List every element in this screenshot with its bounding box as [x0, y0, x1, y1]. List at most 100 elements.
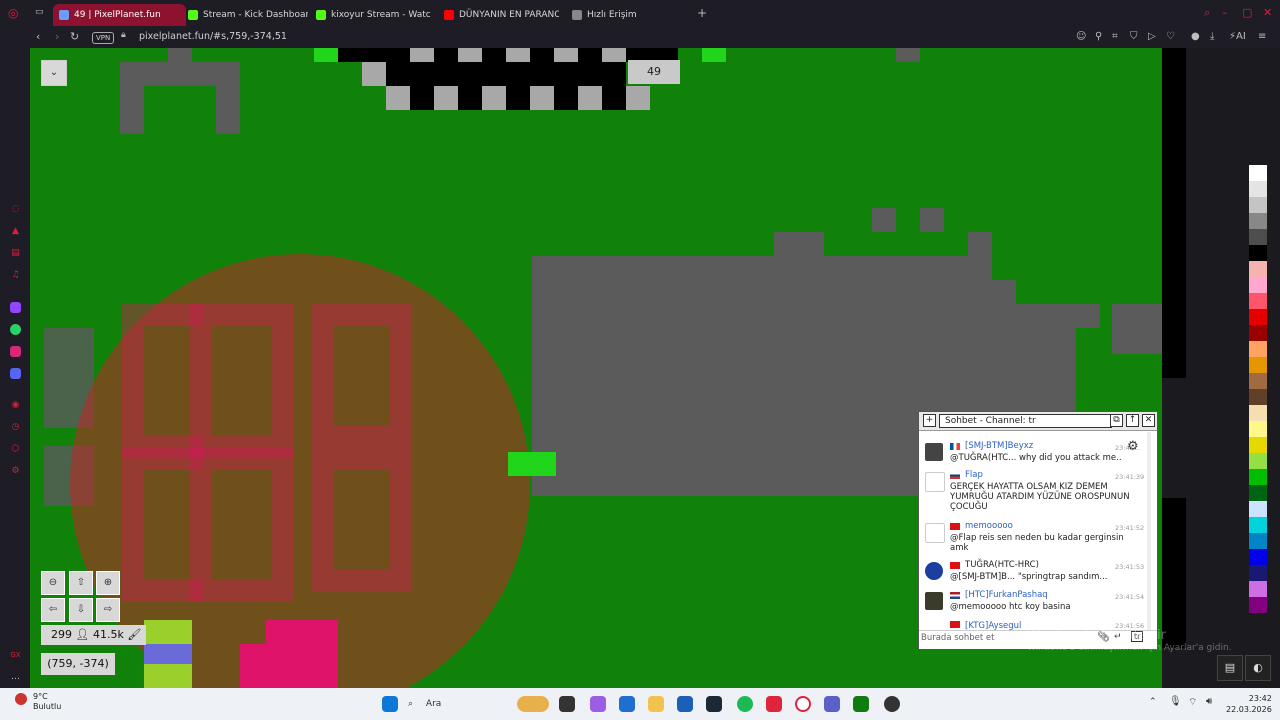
microphone-icon[interactable]: 🎙︎	[1169, 696, 1182, 707]
teams-icon[interactable]	[824, 696, 840, 712]
outlook-icon[interactable]	[619, 696, 635, 712]
xbox-icon[interactable]	[853, 696, 869, 712]
tab-menu-icon[interactable]: ▭	[35, 7, 44, 17]
palette-swatch[interactable]	[1249, 165, 1267, 181]
zoom-in-button[interactable]: ⊕	[96, 571, 120, 595]
move-right-button[interactable]: ⇨	[96, 598, 120, 622]
tab-kick-stream[interactable]: kixoyur Stream - Watch L	[316, 4, 431, 26]
palette-swatch[interactable]	[1249, 389, 1267, 405]
back-icon[interactable]: ‹	[36, 30, 40, 43]
chat-username[interactable]: memooooo	[965, 521, 1013, 531]
palette-swatch[interactable]	[1249, 181, 1267, 197]
close-icon[interactable]: ✕	[1263, 6, 1272, 19]
heart-icon[interactable]: ♡	[1166, 31, 1175, 42]
tab-pixelplanet[interactable]: 49 | PixelPlanet.fun	[53, 4, 186, 26]
chat-header[interactable]: + Sohbet - Channel: tr ⧉ ↑ ✕	[919, 412, 1157, 431]
palette-swatch[interactable]	[1249, 485, 1267, 501]
move-left-button[interactable]: ⇦	[41, 598, 65, 622]
store-icon[interactable]	[677, 696, 693, 712]
chat-popout-button[interactable]: ⧉	[1110, 414, 1123, 427]
gx-icon[interactable]: GX	[10, 650, 21, 661]
maximize-icon[interactable]: ▢	[1242, 6, 1252, 19]
task-view-icon[interactable]	[559, 696, 575, 712]
chat-add-button[interactable]: +	[923, 414, 936, 427]
reload-icon[interactable]: ↻	[70, 30, 79, 43]
palette-toggle-button[interactable]: ◐	[1245, 655, 1271, 681]
palette-swatch[interactable]	[1249, 597, 1267, 613]
zoom-out-button[interactable]: ⊖	[41, 571, 65, 595]
extensions-icon[interactable]: ⬡	[10, 444, 21, 455]
music-icon[interactable]: ♫	[10, 270, 21, 281]
palette-swatch[interactable]	[1249, 293, 1267, 309]
play-icon[interactable]: ▷	[1148, 31, 1156, 42]
tab-youtube[interactable]: DÜNYANIN EN PARANOR	[444, 4, 559, 26]
palette-swatch[interactable]	[1249, 533, 1267, 549]
tray-chevron-icon[interactable]: ⌃	[1149, 697, 1157, 707]
palette-swatch[interactable]	[1249, 325, 1267, 341]
palette-swatch[interactable]	[1249, 581, 1267, 597]
forward-icon[interactable]: ›	[55, 30, 59, 43]
palette-swatch[interactable]	[1249, 373, 1267, 389]
windows-start-icon[interactable]	[382, 696, 398, 712]
menu-dropdown-button[interactable]: ⌄	[41, 60, 67, 86]
discord-icon[interactable]	[10, 368, 21, 379]
menu-icon[interactable]: ≡	[1258, 31, 1266, 42]
minimize-icon[interactable]: –	[1222, 6, 1228, 19]
tab-speed-dial[interactable]: Hızlı Erişim	[572, 4, 682, 26]
palette-swatch[interactable]	[1249, 501, 1267, 517]
palette-swatch[interactable]	[1249, 229, 1267, 245]
move-down-button[interactable]: ⇩	[69, 598, 93, 622]
pin-icon[interactable]: ⚲	[1095, 31, 1102, 42]
spotify-icon[interactable]	[737, 696, 753, 712]
volume-icon[interactable]: 🔊︎	[1206, 696, 1212, 707]
aria-icon[interactable]: ◌	[10, 204, 21, 215]
workspace-icon[interactable]: ▲	[10, 226, 21, 237]
palette-swatch[interactable]	[1249, 517, 1267, 533]
shield-icon[interactable]: ⛉	[1130, 31, 1138, 42]
widgets-icon[interactable]	[517, 696, 549, 712]
chat-toggle-button[interactable]: ▤	[1217, 655, 1243, 681]
palette-swatch[interactable]	[1249, 341, 1267, 357]
settings-icon[interactable]: ⚙	[10, 466, 21, 477]
palette-swatch[interactable]	[1249, 309, 1267, 325]
palette-swatch[interactable]	[1249, 245, 1267, 261]
opera-gx-icon[interactable]	[795, 696, 811, 712]
player-icon[interactable]: ◉	[10, 400, 21, 411]
messenger-icon[interactable]: ▤	[10, 248, 21, 259]
tab-kick-dashboard[interactable]: Stream - Kick Dashboard	[188, 4, 308, 26]
palette-swatch[interactable]	[1249, 197, 1267, 213]
palette-swatch[interactable]	[1249, 421, 1267, 437]
emoji-icon[interactable]: ☺	[1076, 31, 1086, 42]
palette-swatch[interactable]	[1249, 213, 1267, 229]
move-up-button[interactable]: ⇧	[69, 571, 93, 595]
vpn-badge[interactable]: VPN	[92, 32, 115, 44]
download-icon[interactable]: ⤓	[1210, 31, 1214, 42]
chat-username[interactable]: TUĞRA(HTC-HRC)	[965, 560, 1039, 570]
aria-ai-icon[interactable]: ⚡AI	[1229, 31, 1246, 42]
chat-close-button[interactable]: ✕	[1142, 414, 1155, 427]
chat-title[interactable]: Sohbet - Channel: tr	[939, 414, 1112, 428]
chat-maximize-button[interactable]: ↑	[1126, 414, 1139, 427]
chat-username[interactable]: Flap	[965, 470, 983, 480]
palette-swatch[interactable]	[1249, 277, 1267, 293]
new-tab-button[interactable]: +	[697, 6, 707, 20]
chat-scrollbar[interactable]	[1147, 432, 1151, 632]
palette-swatch[interactable]	[1249, 437, 1267, 453]
instagram-icon[interactable]	[10, 346, 21, 357]
weather-widget[interactable]: 9°C Bulutlu	[33, 692, 61, 712]
palette-swatch[interactable]	[1249, 549, 1267, 565]
chat-username[interactable]: [HTC]FurkanPashaq	[965, 590, 1048, 600]
history-icon[interactable]: ◷	[10, 422, 21, 433]
obs-icon[interactable]	[884, 696, 900, 712]
more-icon[interactable]: …	[10, 672, 21, 683]
taskbar-clock[interactable]: 23:42 22.03.2026	[1226, 693, 1272, 715]
whatsapp-icon[interactable]	[10, 324, 21, 335]
opera-logo-icon[interactable]: ◎	[8, 6, 18, 20]
palette-swatch[interactable]	[1249, 261, 1267, 277]
search-icon[interactable]: ⌕	[1204, 6, 1210, 20]
chat-username[interactable]: [SMJ-BTM]Beyxz	[965, 441, 1033, 451]
url-field[interactable]: pixelplanet.fun/#s,759,-374,51	[139, 31, 287, 42]
twitch-icon[interactable]	[10, 302, 21, 313]
palette-swatch[interactable]	[1249, 453, 1267, 469]
palette-swatch[interactable]	[1249, 565, 1267, 581]
